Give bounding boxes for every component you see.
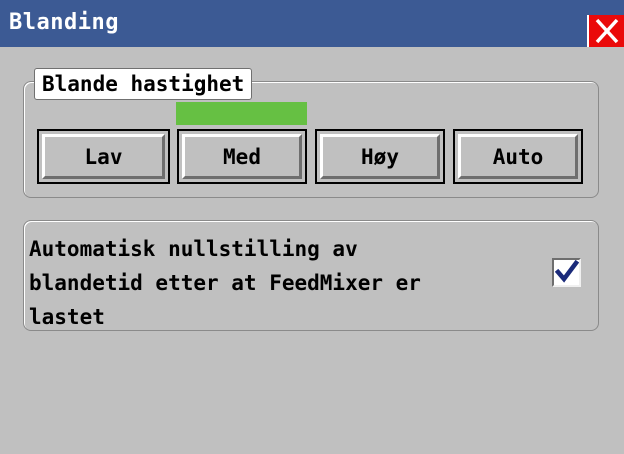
- speed-button-med[interactable]: Med: [177, 129, 307, 184]
- speed-group-legend: Blande hastighet: [34, 68, 253, 100]
- close-icon: [595, 18, 619, 44]
- speed-button-auto[interactable]: Auto: [453, 129, 583, 184]
- window-title: Blanding: [9, 10, 119, 35]
- title-bar: Blanding: [0, 0, 624, 47]
- speed-button-label: Lav: [42, 134, 165, 179]
- speed-button-lav[interactable]: Lav: [37, 129, 170, 184]
- auto-reset-label: Automatisk nullstilling av blandetid ett…: [29, 237, 421, 329]
- close-button[interactable]: [587, 15, 624, 47]
- auto-reset-checkbox[interactable]: [552, 258, 581, 287]
- checkmark-icon: [555, 260, 579, 283]
- speed-button-label: Med: [182, 134, 302, 179]
- speed-button-label: Auto: [458, 134, 578, 179]
- selected-speed-indicator: [176, 102, 307, 125]
- speed-button-label: Høy: [320, 134, 440, 179]
- speed-button-hoy[interactable]: Høy: [315, 129, 445, 184]
